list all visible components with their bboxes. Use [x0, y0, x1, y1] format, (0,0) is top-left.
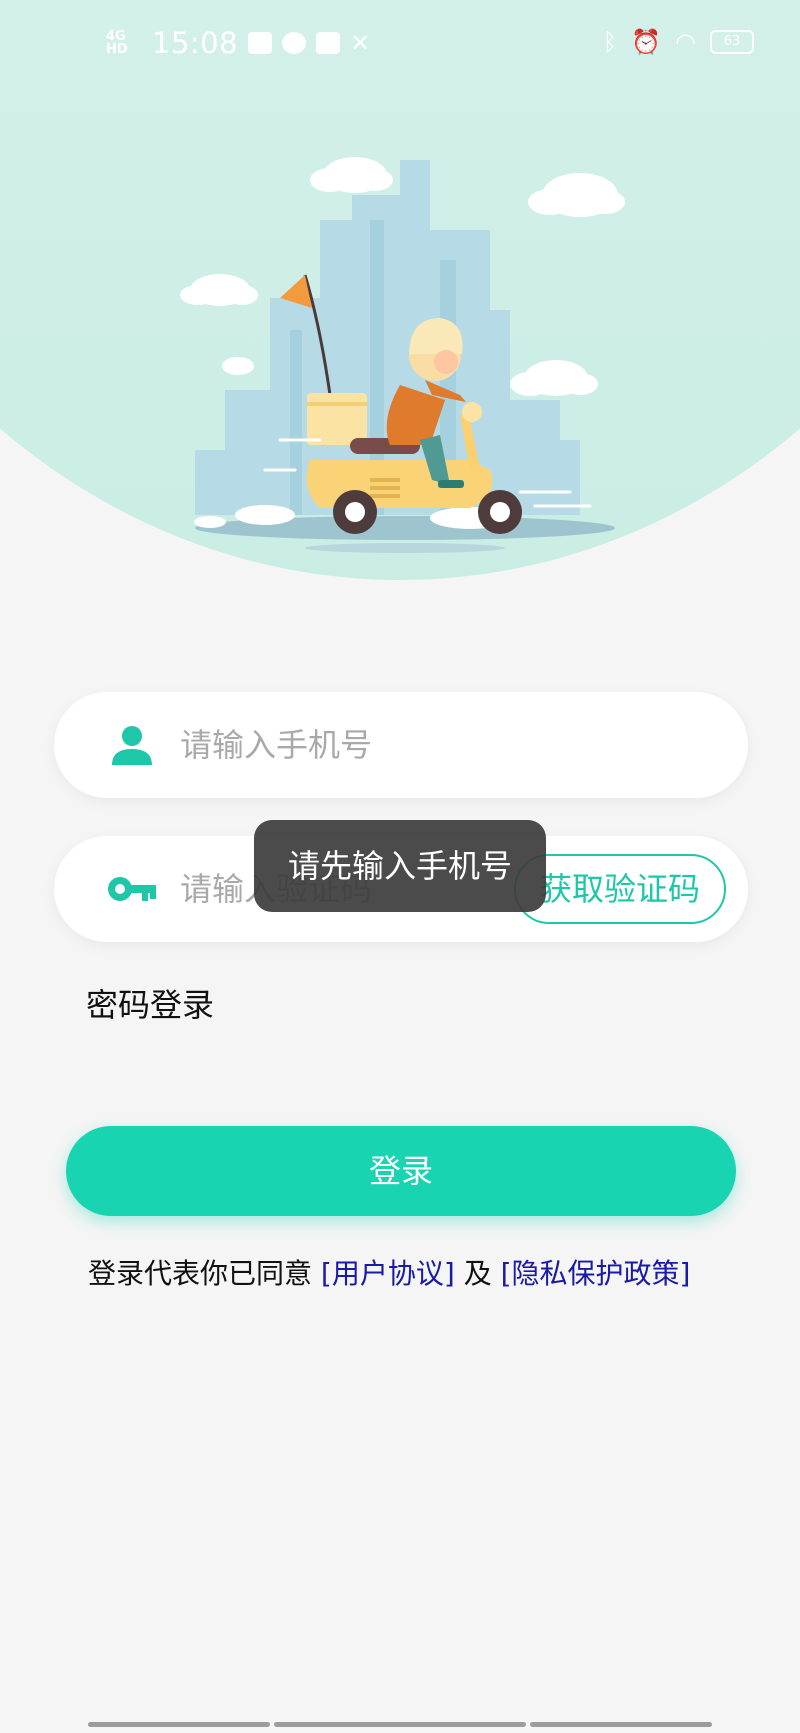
- user-icon: [110, 725, 154, 765]
- status-bar: 4G HD 15:08 ✕ ᛒ ⏰ ◠ 63: [0, 0, 800, 90]
- nav-indicator-center[interactable]: [274, 1722, 526, 1727]
- password-login-link[interactable]: 密码登录: [86, 980, 214, 1026]
- cloud-icon: [282, 32, 307, 54]
- bluetooth-icon: ᛒ: [602, 28, 618, 56]
- agreement-text: 登录代表你已同意 [用户协议] 及 [隐私保护政策]: [88, 1252, 690, 1292]
- key-icon: [106, 869, 158, 909]
- message-icon: [248, 32, 273, 54]
- phone-input[interactable]: [180, 692, 560, 798]
- status-time: 15:08: [152, 26, 239, 60]
- privacy-policy-link[interactable]: [隐私保护政策]: [501, 1257, 691, 1290]
- toast-message: 请先输入手机号: [254, 820, 546, 912]
- navigation-bar: [0, 1722, 800, 1728]
- alarm-icon: ⏰: [631, 28, 662, 56]
- user-agreement-link[interactable]: [用户协议]: [321, 1257, 455, 1290]
- agreement-prefix: 登录代表你已同意: [88, 1257, 313, 1290]
- nav-indicator-left[interactable]: [88, 1722, 270, 1727]
- wifi-icon: ◠: [675, 28, 696, 56]
- agreement-and: 及: [463, 1257, 492, 1290]
- delivery-scooter-illustration: [170, 140, 640, 580]
- tools-icon: ✕: [350, 29, 371, 57]
- network-indicator: 4G HD: [106, 29, 128, 57]
- battery-indicator: 63: [710, 30, 754, 54]
- login-button[interactable]: 登录: [66, 1126, 736, 1216]
- nav-indicator-right[interactable]: [530, 1722, 712, 1727]
- phone-field[interactable]: [54, 692, 748, 798]
- video-icon: [316, 32, 341, 54]
